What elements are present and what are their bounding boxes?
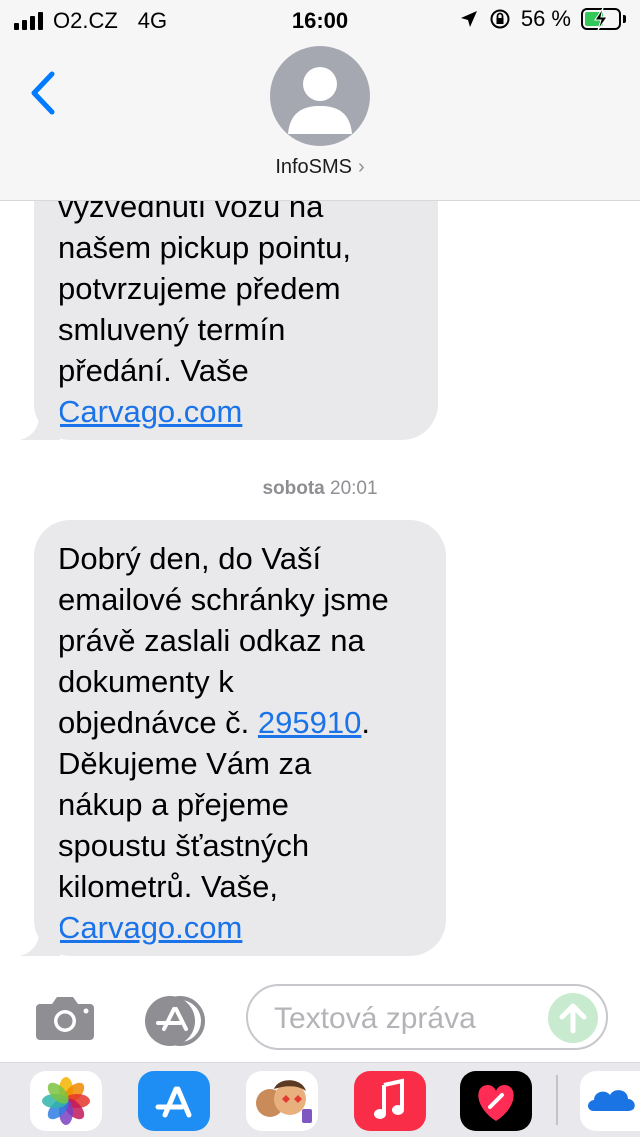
message-line: potvrzujeme předem bbox=[58, 271, 341, 306]
app-store-app-button[interactable] bbox=[138, 1071, 210, 1131]
message-line: spoustu šťastných bbox=[58, 828, 310, 863]
timestamp-time: 20:01 bbox=[324, 478, 378, 499]
input-placeholder: Textová zpráva bbox=[274, 1002, 476, 1035]
person-silhouette-icon bbox=[288, 67, 352, 134]
message-line: Dobrý den, do Vaší bbox=[58, 541, 322, 576]
contact-name: InfoSMS bbox=[275, 156, 353, 178]
message-line: právě zaslali odkaz na bbox=[58, 623, 365, 658]
apps-button[interactable] bbox=[140, 996, 214, 1051]
message-line: předání. Vaše bbox=[58, 353, 249, 388]
memoji-icon bbox=[256, 1080, 312, 1123]
order-prefix: objednávce č. bbox=[58, 705, 258, 740]
website-link[interactable]: Carvago.com bbox=[58, 394, 242, 429]
message-line: Děkujeme Vám za bbox=[58, 746, 312, 781]
website-link[interactable]: Carvago.com bbox=[58, 910, 242, 945]
onedrive-app-button[interactable] bbox=[580, 1071, 640, 1131]
message-input[interactable]: Textová zpráva bbox=[246, 984, 608, 1050]
battery-cap bbox=[623, 15, 626, 23]
heart-app-button[interactable] bbox=[460, 1071, 532, 1131]
photos-icon bbox=[42, 1077, 90, 1125]
battery-percent: 56 % bbox=[520, 6, 571, 31]
message-composer: Textová zpráva bbox=[0, 980, 640, 1064]
rotation-lock-icon bbox=[490, 9, 510, 29]
chevron-right-icon: › bbox=[358, 156, 365, 178]
message-timestamp: sobota 20:01 bbox=[0, 478, 640, 500]
music-app-button[interactable] bbox=[354, 1071, 426, 1131]
message-line: nákup a přejeme bbox=[58, 787, 289, 822]
bubble-tail bbox=[20, 410, 60, 440]
back-button[interactable] bbox=[28, 68, 58, 123]
order-suffix: . bbox=[361, 705, 370, 740]
dock-divider bbox=[556, 1075, 558, 1125]
timestamp-day: sobota bbox=[262, 478, 325, 499]
message-line: emailové schránky jsme bbox=[58, 582, 389, 617]
battery-icon bbox=[581, 8, 621, 30]
message-line: kilometrů. Vaše, bbox=[58, 869, 278, 904]
memoji-app-button[interactable] bbox=[246, 1071, 318, 1131]
camera-icon bbox=[36, 997, 94, 1040]
conversation-header: InfoSMS › bbox=[0, 40, 640, 201]
message-line: smluvený termín bbox=[58, 312, 286, 347]
send-button[interactable] bbox=[548, 993, 598, 1043]
order-number-link[interactable]: 295910 bbox=[258, 705, 361, 740]
heart-app-icon bbox=[478, 1085, 514, 1121]
music-icon bbox=[374, 1078, 404, 1119]
message-bubble[interactable]: Dobrý den, do Vaší emailové schránky jsm… bbox=[20, 520, 446, 956]
arrow-up-icon bbox=[559, 1003, 587, 1034]
app-store-icon bbox=[145, 996, 205, 1046]
contact-name-button[interactable]: InfoSMS › bbox=[0, 156, 640, 179]
camera-button[interactable] bbox=[34, 994, 96, 1047]
bubble-tail bbox=[20, 926, 60, 956]
contact-avatar[interactable] bbox=[270, 46, 370, 146]
app-drawer bbox=[0, 1062, 640, 1137]
location-arrow-icon bbox=[460, 11, 477, 27]
message-line: dokumenty k bbox=[58, 664, 234, 699]
onedrive-icon bbox=[588, 1090, 635, 1111]
status-right: 56 % bbox=[459, 6, 626, 32]
app-store-icon bbox=[155, 1086, 192, 1118]
message-line: objednávce č. 295910. bbox=[58, 702, 422, 743]
message-line: našem pickup pointu, bbox=[58, 230, 351, 265]
photos-app-button[interactable] bbox=[30, 1071, 102, 1131]
status-bar: O2.CZ 4G 16:00 56 % bbox=[0, 0, 640, 40]
chevron-left-icon bbox=[31, 71, 55, 115]
